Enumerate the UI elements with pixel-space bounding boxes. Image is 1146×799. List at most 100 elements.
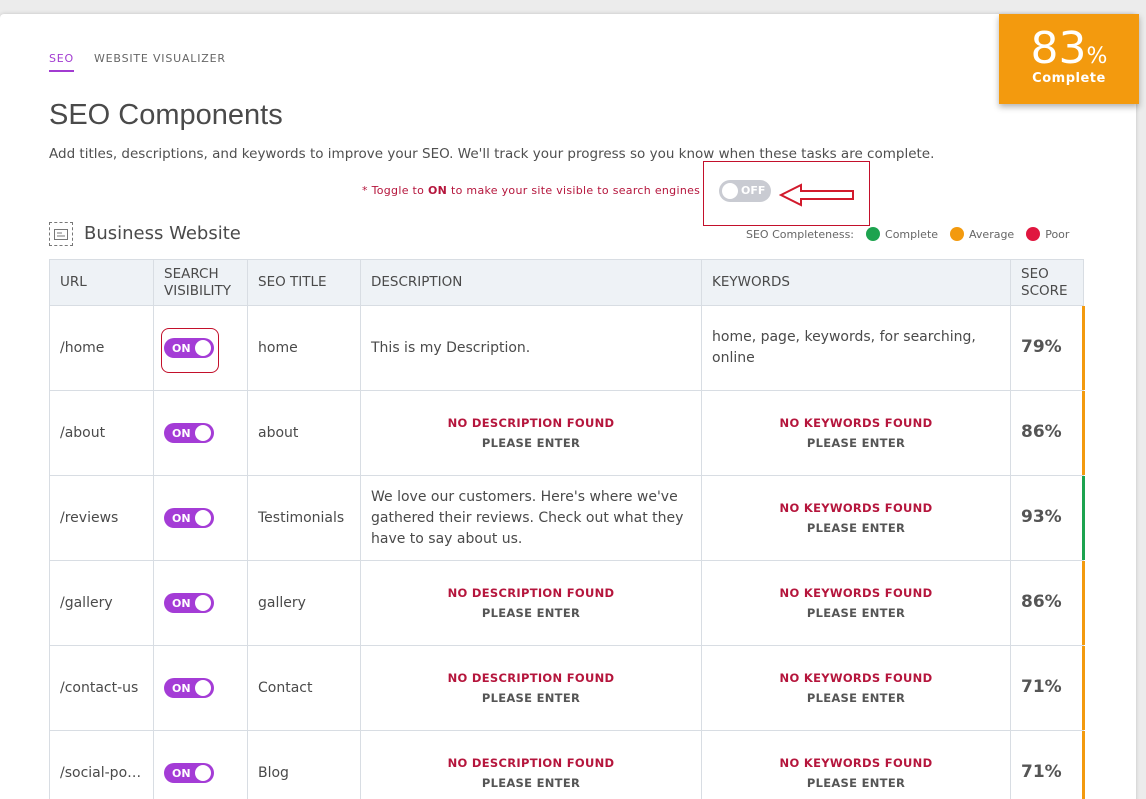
row-seo-title[interactable]: Blog xyxy=(247,730,361,799)
row-description[interactable]: NO DESCRIPTION FOUND PLEASE ENTER xyxy=(360,560,702,646)
complete-dot-icon xyxy=(866,227,881,241)
completeness-legend: SEO Completeness: Complete Average Poor xyxy=(746,227,1069,241)
visibility-toggle[interactable]: ON xyxy=(164,677,214,698)
annotation-arrow-icon xyxy=(779,183,854,207)
row-keywords[interactable]: NO KEYWORDS FOUND PLEASE ENTER xyxy=(701,730,1011,799)
toggle-knob xyxy=(195,679,211,696)
table-row[interactable]: /home ON home This is my Description. home, … xyxy=(49,305,1085,391)
missing-keywords: NO KEYWORDS FOUND PLEASE ENTER xyxy=(712,753,1000,793)
table-row[interactable]: /reviews ON Testimonials We love our custom… xyxy=(49,475,1085,561)
score-value: 71% xyxy=(1021,762,1062,783)
row-keywords[interactable]: home, page, keywords, for searching, onl… xyxy=(701,305,1011,391)
toggle-knob xyxy=(722,183,738,199)
missing-keywords: NO KEYWORDS FOUND PLEASE ENTER xyxy=(712,668,1000,708)
table-row[interactable]: /gallery ON gallery NO DESCRIPTION FOUND PLE… xyxy=(49,560,1085,646)
legend-poor-label: Poor xyxy=(1045,227,1070,241)
row-seo-score: 93% xyxy=(1010,475,1085,561)
legend-title: SEO Completeness: xyxy=(746,227,855,241)
table-row[interactable]: /about ON about NO DESCRIPTION FOUND PLEASE … xyxy=(49,390,1085,476)
row-description[interactable]: We love our customers. Here's where we'v… xyxy=(360,475,702,561)
table-row[interactable]: /contact-us ON Contact NO DESCRIPTION FOUND… xyxy=(49,645,1085,731)
toggle-state-label: ON xyxy=(172,766,191,780)
row-description[interactable]: NO DESCRIPTION FOUND PLEASE ENTER xyxy=(360,390,702,476)
table-row[interactable]: /social-po… ON Blog NO DESCRIPTION FOUND PLE… xyxy=(49,730,1085,799)
website-icon xyxy=(49,222,73,246)
row-seo-score: 86% xyxy=(1010,560,1085,646)
score-value: 86% xyxy=(1021,592,1062,613)
row-seo-title[interactable]: Testimonials xyxy=(247,475,361,561)
row-description[interactable]: NO DESCRIPTION FOUND PLEASE ENTER xyxy=(360,645,702,731)
row-description[interactable]: This is my Description. xyxy=(360,305,702,391)
tab-website-visualizer[interactable]: WEBSITE VISUALIZER xyxy=(94,52,226,72)
missing-description: NO DESCRIPTION FOUND PLEASE ENTER xyxy=(371,668,691,708)
row-keywords[interactable]: NO KEYWORDS FOUND PLEASE ENTER xyxy=(701,475,1011,561)
score-status-bar xyxy=(1082,731,1085,799)
row-keywords[interactable]: NO KEYWORDS FOUND PLEASE ENTER xyxy=(701,390,1011,476)
missing-label: NO DESCRIPTION FOUND xyxy=(447,670,615,685)
row-search-visibility: ON xyxy=(153,730,248,799)
row-seo-score: 71% xyxy=(1010,645,1085,731)
score-value: 86% xyxy=(1021,422,1062,443)
toggle-knob xyxy=(195,594,211,611)
missing-label: NO KEYWORDS FOUND xyxy=(779,755,933,770)
row-seo-title[interactable]: about xyxy=(247,390,361,476)
row-seo-title[interactable]: Contact xyxy=(247,645,361,731)
score-status-bar xyxy=(1082,646,1085,730)
please-enter-label: PLEASE ENTER xyxy=(481,436,581,450)
row-search-visibility: ON xyxy=(153,560,248,646)
completion-value: 83% xyxy=(1030,23,1108,74)
missing-keywords: NO KEYWORDS FOUND PLEASE ENTER xyxy=(712,498,1000,538)
missing-label: NO KEYWORDS FOUND xyxy=(779,585,933,600)
missing-label: NO KEYWORDS FOUND xyxy=(779,415,933,430)
visibility-toggle[interactable]: ON xyxy=(164,762,214,783)
visibility-hint: * Toggle to ON to make your site visible… xyxy=(362,184,701,197)
row-keywords[interactable]: NO KEYWORDS FOUND PLEASE ENTER xyxy=(701,645,1011,731)
missing-description: NO DESCRIPTION FOUND PLEASE ENTER xyxy=(371,413,691,453)
row-search-visibility: ON xyxy=(153,305,248,391)
header-keywords: KEYWORDS xyxy=(701,259,1011,306)
visibility-toggle[interactable]: ON xyxy=(164,507,214,528)
site-visibility-toggle[interactable]: OFF xyxy=(719,180,771,202)
please-enter-label: PLEASE ENTER xyxy=(806,606,906,620)
header-description: DESCRIPTION xyxy=(360,259,702,306)
toggle-state-label: ON xyxy=(172,426,191,440)
completion-label: Complete xyxy=(1032,71,1106,86)
please-enter-label: PLEASE ENTER xyxy=(481,606,581,620)
visibility-toggle[interactable]: ON xyxy=(164,592,214,613)
toggle-state-label: ON xyxy=(172,511,191,525)
table-header-row: URL SEARCH VISIBILITY SEO TITLE DESCRIPT… xyxy=(49,259,1084,306)
row-seo-title[interactable]: gallery xyxy=(247,560,361,646)
row-url: /home xyxy=(49,305,154,391)
tab-bar: SEO WEBSITE VISUALIZER xyxy=(49,52,226,72)
poor-dot-icon xyxy=(1026,227,1041,241)
row-seo-score: 71% xyxy=(1010,730,1085,799)
average-dot-icon xyxy=(950,227,965,241)
score-value: 71% xyxy=(1021,677,1062,698)
missing-description: NO DESCRIPTION FOUND PLEASE ENTER xyxy=(371,753,691,793)
row-url: /reviews xyxy=(49,475,154,561)
row-seo-title[interactable]: home xyxy=(247,305,361,391)
row-search-visibility: ON xyxy=(153,390,248,476)
missing-description: NO DESCRIPTION FOUND PLEASE ENTER xyxy=(371,583,691,623)
score-status-bar xyxy=(1082,561,1085,645)
row-seo-score: 79% xyxy=(1010,305,1085,391)
missing-label: NO DESCRIPTION FOUND xyxy=(447,755,615,770)
please-enter-label: PLEASE ENTER xyxy=(806,776,906,790)
score-status-bar xyxy=(1082,306,1085,390)
row-url: /social-po… xyxy=(49,730,154,799)
row-search-visibility: ON xyxy=(153,645,248,731)
toggle-knob xyxy=(195,764,211,781)
visibility-toggle[interactable]: ON xyxy=(164,422,214,443)
missing-label: NO KEYWORDS FOUND xyxy=(779,670,933,685)
toggle-state-label: ON xyxy=(172,596,191,610)
row-search-visibility: ON xyxy=(153,475,248,561)
tab-seo[interactable]: SEO xyxy=(49,52,74,72)
missing-keywords: NO KEYWORDS FOUND PLEASE ENTER xyxy=(712,413,1000,453)
row-description[interactable]: NO DESCRIPTION FOUND PLEASE ENTER xyxy=(360,730,702,799)
completion-badge: 83% Complete xyxy=(999,14,1139,104)
header-seo-title: SEO TITLE xyxy=(247,259,361,306)
header-search-visibility: SEARCH VISIBILITY xyxy=(153,259,248,306)
page-description: Add titles, descriptions, and keywords t… xyxy=(49,146,935,162)
row-keywords[interactable]: NO KEYWORDS FOUND PLEASE ENTER xyxy=(701,560,1011,646)
missing-label: NO KEYWORDS FOUND xyxy=(779,500,933,515)
